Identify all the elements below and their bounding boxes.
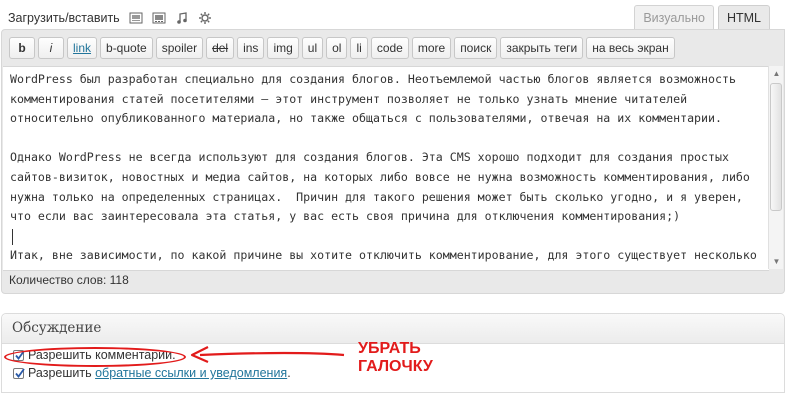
quicktag-ins-button[interactable]: ins: [237, 37, 265, 59]
audio-icon[interactable]: [175, 11, 189, 25]
scroll-up-icon[interactable]: ▲: [769, 66, 784, 81]
paragraph-1: WordPress был разработан специально для …: [10, 72, 736, 126]
annotation-arrow-icon: [190, 346, 345, 364]
allow-pingbacks-checkbox[interactable]: [13, 367, 25, 379]
allow-pingbacks-prefix: Разрешить: [28, 366, 96, 380]
quicktag-b-button[interactable]: b: [9, 37, 35, 59]
content-text: WordPress был разработан специально для …: [10, 70, 762, 266]
editor-container: b i link b-quote spoiler del ins img ul ol li code m…: [1, 29, 785, 294]
quicktag-закрыть-теги-button[interactable]: закрыть теги: [500, 37, 584, 59]
quicktag-del-button[interactable]: del: [206, 37, 235, 59]
quicktag-more-button[interactable]: more: [411, 37, 452, 59]
annotation-circle: [4, 347, 186, 367]
text-cursor: [12, 228, 13, 245]
image-icon[interactable]: [129, 11, 143, 25]
quicktag-на-весь-экран-button[interactable]: на весь экран: [586, 37, 675, 59]
paragraph-2: Однако WordPress не всегда используют дл…: [10, 150, 750, 224]
paragraph-3: Итак, вне зависимости, по какой причине …: [10, 248, 757, 263]
annotation-text: УБРАТЬ ГАЛОЧКУ: [358, 340, 433, 376]
quicktag-поиск-button[interactable]: поиск: [454, 37, 498, 59]
annotation-line-1: УБРАТЬ: [358, 340, 421, 357]
video-icon[interactable]: [152, 11, 166, 25]
upload-insert-label: Загрузить/вставить: [8, 11, 120, 25]
editor-tabs: Визуально HTML: [634, 5, 770, 30]
tab-html[interactable]: HTML: [717, 5, 770, 30]
quicktag-b-quote-button[interactable]: b-quote: [100, 37, 153, 59]
quicktag-code-button[interactable]: code: [370, 37, 409, 59]
quicktag-link-button[interactable]: link: [67, 37, 98, 59]
scroll-down-icon[interactable]: ▼: [769, 254, 784, 269]
editor-scrollbar[interactable]: ▲ ▼: [768, 66, 783, 269]
tab-visual[interactable]: Визуально: [634, 5, 714, 30]
quicktag-ol-button[interactable]: ol: [326, 37, 348, 59]
word-count: Количество слов: 118: [9, 273, 129, 287]
quicktag-ul-button[interactable]: ul: [301, 37, 324, 59]
annotation-line-2: ГАЛОЧКУ: [358, 358, 433, 375]
allow-pingbacks-option: Разрешить обратные ссылки и уведомления.: [13, 366, 291, 380]
quicktag-li-button[interactable]: li: [350, 37, 368, 59]
quicktag-img-button[interactable]: img: [267, 37, 299, 59]
media-icon[interactable]: [198, 11, 212, 25]
media-bar: Загрузить/вставить: [8, 8, 212, 28]
allow-pingbacks-suffix: .: [287, 366, 291, 380]
quicktag-i-button[interactable]: i: [38, 37, 64, 59]
content-textarea[interactable]: WordPress был разработан специально для …: [3, 66, 769, 271]
quicktag-spoiler-button[interactable]: spoiler: [155, 37, 204, 59]
scroll-thumb[interactable]: [770, 83, 782, 211]
pingbacks-link[interactable]: обратные ссылки и уведомления: [95, 366, 287, 380]
quicktags-toolbar: b i link b-quote spoiler del ins img ul ol li code m…: [9, 37, 675, 59]
